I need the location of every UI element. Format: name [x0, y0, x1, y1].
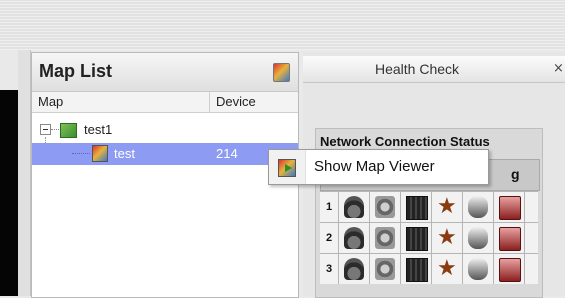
left-viewport: [0, 90, 18, 296]
dome-camera-icon: [375, 258, 395, 280]
dome-camera-icon: [375, 227, 395, 249]
context-menu-icon-column: [269, 150, 306, 184]
alarm-speaker-icon: [499, 258, 521, 282]
tree-row-selected[interactable]: test 214: [32, 143, 298, 165]
status-cell[interactable]: [463, 223, 494, 253]
map-icon: [92, 145, 108, 162]
motion-sensor-icon: [437, 225, 457, 250]
status-cell[interactable]: [494, 223, 525, 253]
recording-icon: [406, 196, 428, 220]
status-cell[interactable]: [432, 192, 463, 222]
status-cell[interactable]: [401, 223, 432, 253]
storage-icon: [468, 258, 488, 280]
alarm-speaker-icon: [499, 196, 521, 220]
section-title: Network Connection Status: [320, 134, 490, 149]
column-header-device[interactable]: Device: [216, 94, 256, 109]
alarm-speaker-icon: [499, 227, 521, 251]
left-splitter[interactable]: [18, 50, 31, 296]
tab-health-check[interactable]: Health Check ×: [303, 56, 565, 83]
status-cell[interactable]: [432, 254, 463, 284]
motion-sensor-icon: [437, 256, 457, 281]
map-icon[interactable]: [273, 63, 290, 82]
top-toolbar: [0, 0, 565, 50]
menu-item-show-map-viewer[interactable]: Show Map Viewer: [314, 158, 435, 175]
map-group-icon: [60, 123, 77, 138]
status-grid-header-text: g: [511, 166, 520, 182]
motion-sensor-icon: [437, 194, 457, 219]
column-header-map[interactable]: Map: [38, 94, 63, 109]
row-number: 2: [320, 223, 339, 253]
column-divider[interactable]: [209, 92, 210, 112]
tab-title: Health Check: [375, 61, 460, 77]
status-cell[interactable]: [370, 223, 401, 253]
status-cell[interactable]: [339, 254, 370, 284]
status-cell[interactable]: [339, 192, 370, 222]
tree-row-device: 214: [216, 146, 238, 161]
recording-icon: [406, 227, 428, 251]
status-cell[interactable]: [370, 254, 401, 284]
status-cell[interactable]: [494, 254, 525, 284]
status-cell[interactable]: [494, 192, 525, 222]
collapse-icon[interactable]: [40, 124, 51, 135]
status-row: 1: [320, 191, 538, 222]
camera-icon: [344, 196, 364, 218]
status-row: 3: [320, 253, 538, 284]
tree-connector: [51, 129, 59, 130]
status-cell[interactable]: [370, 192, 401, 222]
tree-row[interactable]: test1: [32, 121, 298, 141]
close-icon[interactable]: ×: [553, 61, 564, 76]
status-cell[interactable]: [339, 223, 370, 253]
status-cell[interactable]: [463, 192, 494, 222]
map-list-title: Map List: [39, 61, 113, 81]
status-cell[interactable]: [401, 192, 432, 222]
status-cell[interactable]: [432, 223, 463, 253]
map-list-header: Map List: [32, 53, 298, 92]
row-number: 1: [320, 192, 339, 222]
camera-icon: [344, 258, 364, 280]
row-number: 3: [320, 254, 339, 284]
map-list-column-header: Map Device: [32, 92, 298, 113]
tree-row-label: test: [114, 146, 135, 161]
recording-icon: [406, 258, 428, 282]
storage-icon: [468, 196, 488, 218]
status-row: 2: [320, 222, 538, 253]
tree-row-label: test1: [84, 122, 113, 137]
tree-connector: [72, 153, 90, 154]
map-viewer-icon: [278, 159, 296, 177]
storage-icon: [468, 227, 488, 249]
status-cell[interactable]: [401, 254, 432, 284]
status-cell[interactable]: [463, 254, 494, 284]
dome-camera-icon: [375, 196, 395, 218]
camera-icon: [344, 227, 364, 249]
context-menu: Show Map Viewer: [268, 149, 489, 185]
map-list-panel: Map List Map Device test1 test 214: [31, 52, 299, 298]
